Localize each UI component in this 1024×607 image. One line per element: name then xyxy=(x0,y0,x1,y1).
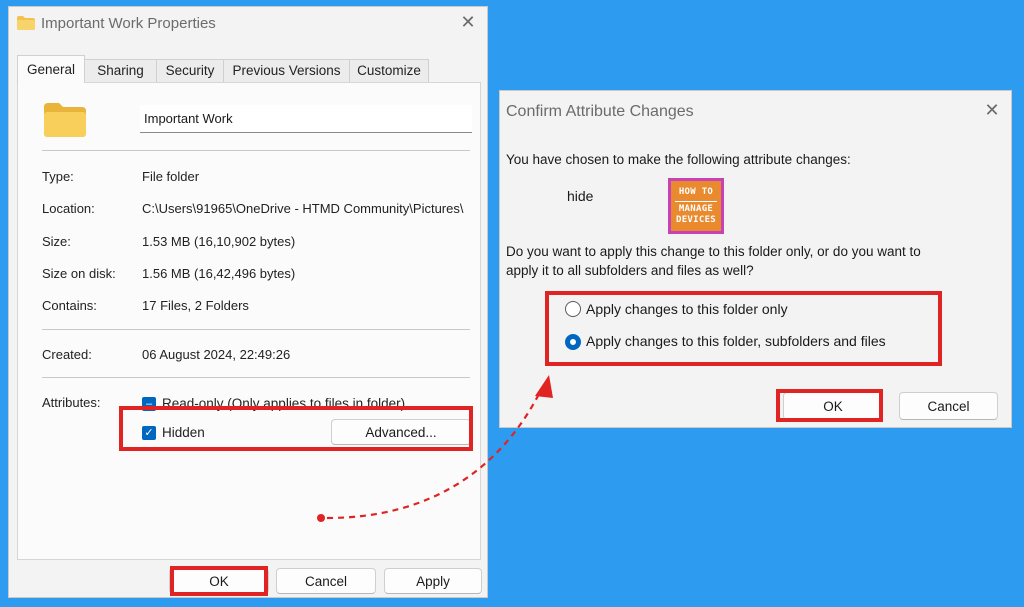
tab-previous-versions[interactable]: Previous Versions xyxy=(223,59,350,83)
tab-customize[interactable]: Customize xyxy=(349,59,429,83)
hidden-checkbox[interactable]: ✓ xyxy=(142,426,156,440)
tab-general[interactable]: General xyxy=(17,55,85,83)
close-icon[interactable]: ✕ xyxy=(983,101,1001,119)
properties-titlebar[interactable]: Important Work Properties ✕ xyxy=(9,7,487,41)
radio-folder-subfolders-files[interactable] xyxy=(565,334,581,350)
hidden-label[interactable]: Hidden xyxy=(162,425,205,440)
properties-dialog: Important Work Properties ✕ General Shar… xyxy=(8,6,488,598)
change-value: hide xyxy=(567,188,594,204)
confirm-titlebar[interactable]: Confirm Attribute Changes ✕ xyxy=(500,91,1011,125)
contains-value: 17 Files, 2 Folders xyxy=(142,298,249,313)
type-label: Type: xyxy=(42,169,74,184)
divider xyxy=(42,150,470,151)
location-label: Location: xyxy=(42,201,95,216)
radio-folder-only[interactable] xyxy=(565,301,581,317)
cancel-button[interactable]: Cancel xyxy=(899,392,998,420)
type-value: File folder xyxy=(142,169,200,184)
cancel-button[interactable]: Cancel xyxy=(276,568,376,594)
attributes-label: Attributes: xyxy=(42,395,101,410)
general-panel: Type: File folder Location: C:\Users\919… xyxy=(17,82,481,560)
ok-button[interactable]: OK xyxy=(169,568,269,594)
confirm-question-line2: apply it to all subfolders and files as … xyxy=(506,263,754,278)
apply-button[interactable]: Apply xyxy=(384,568,482,594)
size-on-disk-value: 1.56 MB (16,42,496 bytes) xyxy=(142,266,296,281)
confirm-title: Confirm Attribute Changes xyxy=(506,103,694,120)
folder-name-input[interactable] xyxy=(140,105,472,133)
readonly-checkbox[interactable]: – xyxy=(142,397,156,411)
created-label: Created: xyxy=(42,347,92,362)
tab-sharing[interactable]: Sharing xyxy=(84,59,157,83)
readonly-label[interactable]: Read-only (Only applies to files in fold… xyxy=(162,396,405,411)
radio-folder-only-label[interactable]: Apply changes to this folder only xyxy=(586,301,788,317)
size-on-disk-label: Size on disk: xyxy=(42,266,116,281)
how-to-manage-devices-logo: HOW TO MANAGE DEVICES xyxy=(668,178,724,234)
size-label: Size: xyxy=(42,234,71,249)
tab-security[interactable]: Security xyxy=(156,59,224,83)
folder-icon xyxy=(17,16,35,30)
ok-button[interactable]: OK xyxy=(783,392,883,420)
folder-icon xyxy=(44,103,86,137)
confirm-attribute-dialog: Confirm Attribute Changes ✕ You have cho… xyxy=(499,90,1012,428)
created-value: 06 August 2024, 22:49:26 xyxy=(142,347,291,362)
close-icon[interactable]: ✕ xyxy=(459,13,477,31)
confirm-intro-text: You have chosen to make the following at… xyxy=(506,152,851,167)
confirm-question-line1: Do you want to apply this change to this… xyxy=(506,244,921,259)
contains-label: Contains: xyxy=(42,298,97,313)
advanced-button[interactable]: Advanced... xyxy=(331,419,471,445)
divider xyxy=(42,329,470,330)
properties-title: Important Work Properties xyxy=(41,15,216,32)
radio-folder-subfolders-files-label[interactable]: Apply changes to this folder, subfolders… xyxy=(586,333,886,349)
location-value: C:\Users\91965\OneDrive - HTMD Community… xyxy=(142,201,464,216)
size-value: 1.53 MB (16,10,902 bytes) xyxy=(142,234,296,249)
divider xyxy=(42,377,470,378)
